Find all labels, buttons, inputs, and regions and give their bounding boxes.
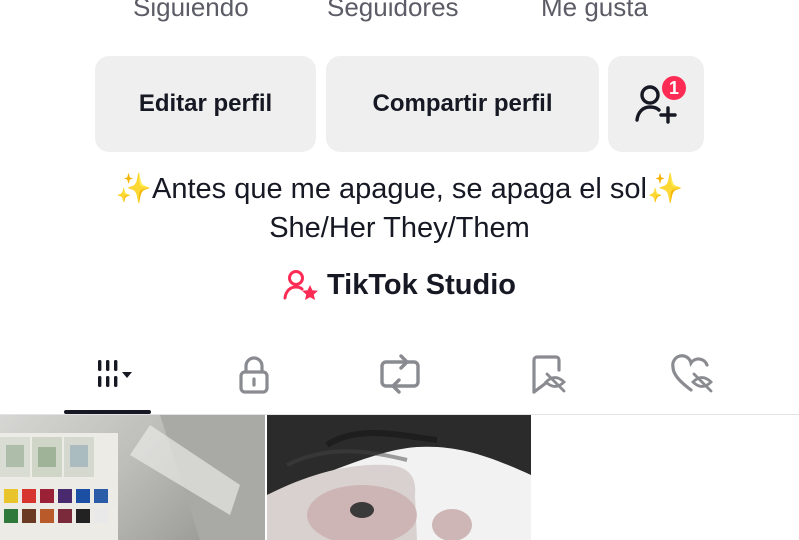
following-label[interactable]: Siguiendo [133, 0, 249, 23]
tiktok-studio-label: TikTok Studio [326, 268, 517, 301]
profile-stats: Siguiendo Seguidores Me gusta [0, 0, 799, 32]
grid-icon [98, 360, 132, 387]
likes-label[interactable]: Me gusta [541, 0, 648, 23]
edit-profile-button[interactable]: Editar perfil [95, 56, 316, 152]
bookmark-hidden-icon [532, 355, 566, 394]
heart-hidden-icon [671, 354, 713, 393]
video-grid [0, 415, 799, 540]
followers-label[interactable]: Seguidores [327, 0, 459, 23]
bio-text-1: Antes que me apague, se apaga el sol [152, 173, 647, 205]
sparkle-emoji: ✨ [646, 173, 684, 205]
tab-liked[interactable] [646, 342, 742, 406]
creator-star-icon [283, 270, 318, 300]
tab-private[interactable] [206, 342, 302, 406]
tab-videos[interactable] [60, 342, 156, 406]
profile-tabs [0, 342, 799, 414]
tab-favorites[interactable] [500, 342, 596, 406]
notification-badge: 1 [660, 74, 688, 102]
share-profile-label: Compartir perfil [372, 90, 553, 117]
watercolor-thumbnail-image [0, 415, 265, 540]
bio-line-2: She/Her They/Them [269, 212, 530, 244]
sparkle-emoji: ✨ [115, 173, 153, 205]
lock-icon [239, 356, 269, 394]
repost-icon [380, 354, 420, 394]
tab-reposts[interactable] [352, 342, 448, 406]
edit-profile-label: Editar perfil [138, 90, 273, 117]
portrait-thumbnail-image [267, 415, 531, 540]
video-thumbnail[interactable] [267, 415, 531, 540]
tiktok-studio-link[interactable]: TikTok Studio [0, 268, 799, 302]
bio-line-1: ✨Antes que me apague, se apaga el sol✨ [0, 172, 799, 206]
share-profile-button[interactable]: Compartir perfil [326, 56, 599, 152]
add-friends-button[interactable]: 1 [608, 56, 704, 152]
video-thumbnail[interactable] [0, 415, 265, 540]
